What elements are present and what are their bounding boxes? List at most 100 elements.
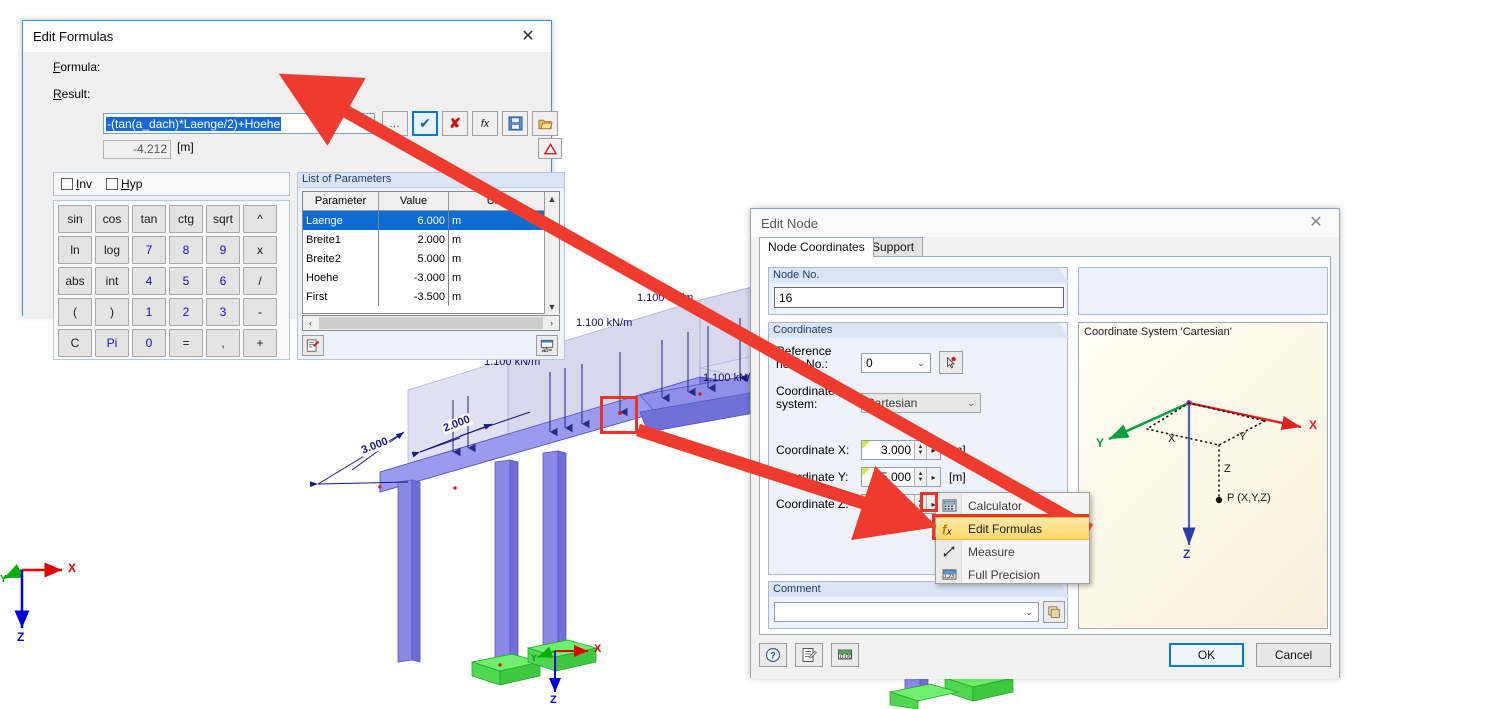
parameters-table[interactable]: Parameter Value Unit Laenge 6.000 m Breite1… — [302, 191, 560, 314]
calc-key-sin[interactable]: sin — [58, 205, 92, 233]
calc-key-sym[interactable]: = — [169, 329, 203, 357]
scrollbar-thumb[interactable] — [319, 317, 543, 329]
edit-formulas-titlebar[interactable]: Edit Formulas ✕ — [23, 21, 551, 52]
cell-value: -3.000 — [379, 268, 449, 287]
edit-node-titlebar[interactable]: Edit Node ✕ — [751, 209, 1339, 237]
calc-key-x[interactable]: x — [243, 236, 277, 264]
coordinate-y-menu-button[interactable]: ▸ — [926, 468, 940, 486]
reference-node-select[interactable]: 0 ⌄ — [861, 353, 931, 373]
table-row[interactable]: Breite2 5.000 m — [303, 249, 559, 268]
calc-key-sym[interactable]: ( — [58, 298, 92, 326]
new-parameter-button[interactable] — [302, 335, 324, 356]
edit-formulas-dialog[interactable]: Edit Formulas ✕ Formula: -(tan(a_dach)*L… — [22, 20, 565, 360]
coordinate-y-spinner[interactable]: ▲ ▼ — [914, 468, 926, 486]
chevron-down-icon[interactable]: ⌄ — [1020, 607, 1038, 618]
calc-key-5[interactable]: 5 — [169, 267, 203, 295]
table-row[interactable]: Laenge 6.000 m — [303, 211, 559, 230]
edit-node-dialog[interactable]: Edit Node ✕ Node Coordinates Support Nod… — [750, 208, 1340, 679]
scroll-down-icon[interactable]: ▼ — [548, 302, 557, 312]
chevron-down-icon[interactable]: ⌄ — [357, 114, 374, 133]
calc-key-2[interactable]: 2 — [169, 298, 203, 326]
table-row[interactable]: Breite1 2.000 m — [303, 230, 559, 249]
coordinate-x-label: Coordinate X: — [776, 443, 850, 457]
parameters-vscrollbar[interactable]: ▲ ▼ — [544, 192, 559, 314]
browse-button[interactable]: … — [382, 111, 408, 136]
save-button[interactable] — [502, 111, 528, 136]
calc-key-Pi[interactable]: Pi — [95, 329, 129, 357]
cancel-button[interactable]: Cancel — [1256, 643, 1331, 667]
hyp-checkbox[interactable]: Hyp — [106, 177, 142, 191]
menu-item-edit-formulas[interactable]: f x Edit Formulas — [936, 517, 1089, 540]
chevron-down-icon[interactable]: ⌄ — [962, 398, 980, 409]
calc-key-tan[interactable]: tan — [132, 205, 166, 233]
calc-key-4[interactable]: 4 — [132, 267, 166, 295]
parameters-hscrollbar[interactable]: ‹ › — [302, 315, 560, 331]
comment-input[interactable]: ⌄ — [774, 602, 1039, 622]
calc-key-sym[interactable]: , — [206, 329, 240, 357]
calc-key-6[interactable]: 6 — [206, 267, 240, 295]
checkbox-box[interactable] — [106, 178, 119, 190]
calc-key-int[interactable]: int — [95, 267, 129, 295]
help-button[interactable]: ? — [759, 643, 787, 667]
result-unit: [m] — [177, 140, 194, 154]
coordinate-context-menu[interactable]: Calculator f x Edit Formulas Measure 1,2… — [935, 492, 1090, 584]
open-button[interactable] — [532, 111, 558, 136]
rename-parameter-button[interactable]: ab= — [536, 335, 558, 356]
calc-key-3[interactable]: 3 — [206, 298, 240, 326]
calc-key-sym[interactable]: ) — [95, 298, 129, 326]
close-icon[interactable]: ✕ — [1299, 210, 1333, 236]
cell-unit: m — [449, 211, 545, 230]
ok-button[interactable]: OK — [1169, 643, 1244, 667]
calc-key-ln[interactable]: ln — [58, 236, 92, 264]
menu-item-full-precision[interactable]: 1,23 Full Precision — [936, 563, 1089, 586]
calc-key-log[interactable]: log — [95, 236, 129, 264]
function-button[interactable]: fx — [472, 111, 498, 136]
cancel-button[interactable]: ✘ — [442, 111, 468, 136]
menu-item-measure[interactable]: Measure — [936, 540, 1089, 563]
calc-key-7[interactable]: 7 — [132, 236, 166, 264]
calc-key-ctg[interactable]: ctg — [169, 205, 203, 233]
calc-key-8[interactable]: 8 — [169, 236, 203, 264]
calc-key-sym[interactable]: / — [243, 267, 277, 295]
close-icon[interactable]: ✕ — [511, 24, 545, 50]
coordinate-y-input[interactable]: 5.000 ▲ ▼ ▸ — [861, 467, 941, 487]
edit-node-tabs[interactable]: Node Coordinates Support — [759, 237, 1331, 257]
calc-key-sym[interactable]: ^ — [243, 205, 277, 233]
scroll-right-icon[interactable]: › — [544, 318, 559, 328]
checkbox-box[interactable] — [61, 178, 73, 190]
table-row[interactable]: Hoehe -3.000 m — [303, 268, 559, 287]
calc-key-sym[interactable]: + — [243, 329, 277, 357]
coordinate-x-input[interactable]: 3.000 ▲ ▼ ▸ — [861, 440, 941, 460]
coordinate-system-select[interactable]: Cartesian ⌄ — [861, 393, 981, 413]
inv-checkbox[interactable]: Inv — [61, 177, 92, 191]
notes-icon — [802, 648, 817, 662]
notes-button[interactable] — [795, 643, 823, 667]
calc-key-0[interactable]: 0 — [132, 329, 166, 357]
coordinate-x-spinner[interactable]: ▲ ▼ — [914, 441, 926, 459]
calc-key-cos[interactable]: cos — [95, 205, 129, 233]
scroll-up-icon[interactable]: ▲ — [548, 194, 557, 204]
calc-key-C[interactable]: C — [58, 329, 92, 357]
calc-key-abs[interactable]: abs — [58, 267, 92, 295]
accept-button[interactable]: ✔ — [412, 111, 438, 136]
pick-node-button[interactable] — [939, 351, 963, 374]
menu-item-calculator[interactable]: Calculator — [936, 494, 1089, 517]
formula-input[interactable]: -(tan(a_dach)*Laenge/2)+Hoehe ⌄ — [103, 113, 375, 134]
scroll-left-icon[interactable]: ‹ — [303, 318, 318, 328]
calc-key-sqrt[interactable]: sqrt — [206, 205, 240, 233]
warning-button[interactable] — [538, 138, 562, 159]
calculator-keypad[interactable]: sin cos tan ctg sqrt ^ ln log 7 8 9 x abs int 4 5 6/ () 1 2… — [53, 200, 290, 360]
new-parameter-icon — [306, 338, 320, 352]
node-no-group: Node No. 16 — [768, 267, 1068, 315]
node-no-input[interactable]: 16 — [774, 287, 1064, 308]
coordinate-x-menu-button[interactable]: ▸ — [926, 441, 940, 459]
precision-button[interactable]: 0,00 — [831, 643, 859, 667]
cell-parameter: Breite2 — [303, 249, 379, 268]
table-row[interactable]: First -3.500 m — [303, 287, 559, 306]
calc-key-1[interactable]: 1 — [132, 298, 166, 326]
tab-node-coordinates[interactable]: Node Coordinates — [759, 237, 874, 257]
calc-key-sym[interactable]: - — [243, 298, 277, 326]
calc-key-9[interactable]: 9 — [206, 236, 240, 264]
chevron-down-icon[interactable]: ⌄ — [912, 358, 930, 369]
comment-picker-button[interactable] — [1043, 601, 1065, 623]
